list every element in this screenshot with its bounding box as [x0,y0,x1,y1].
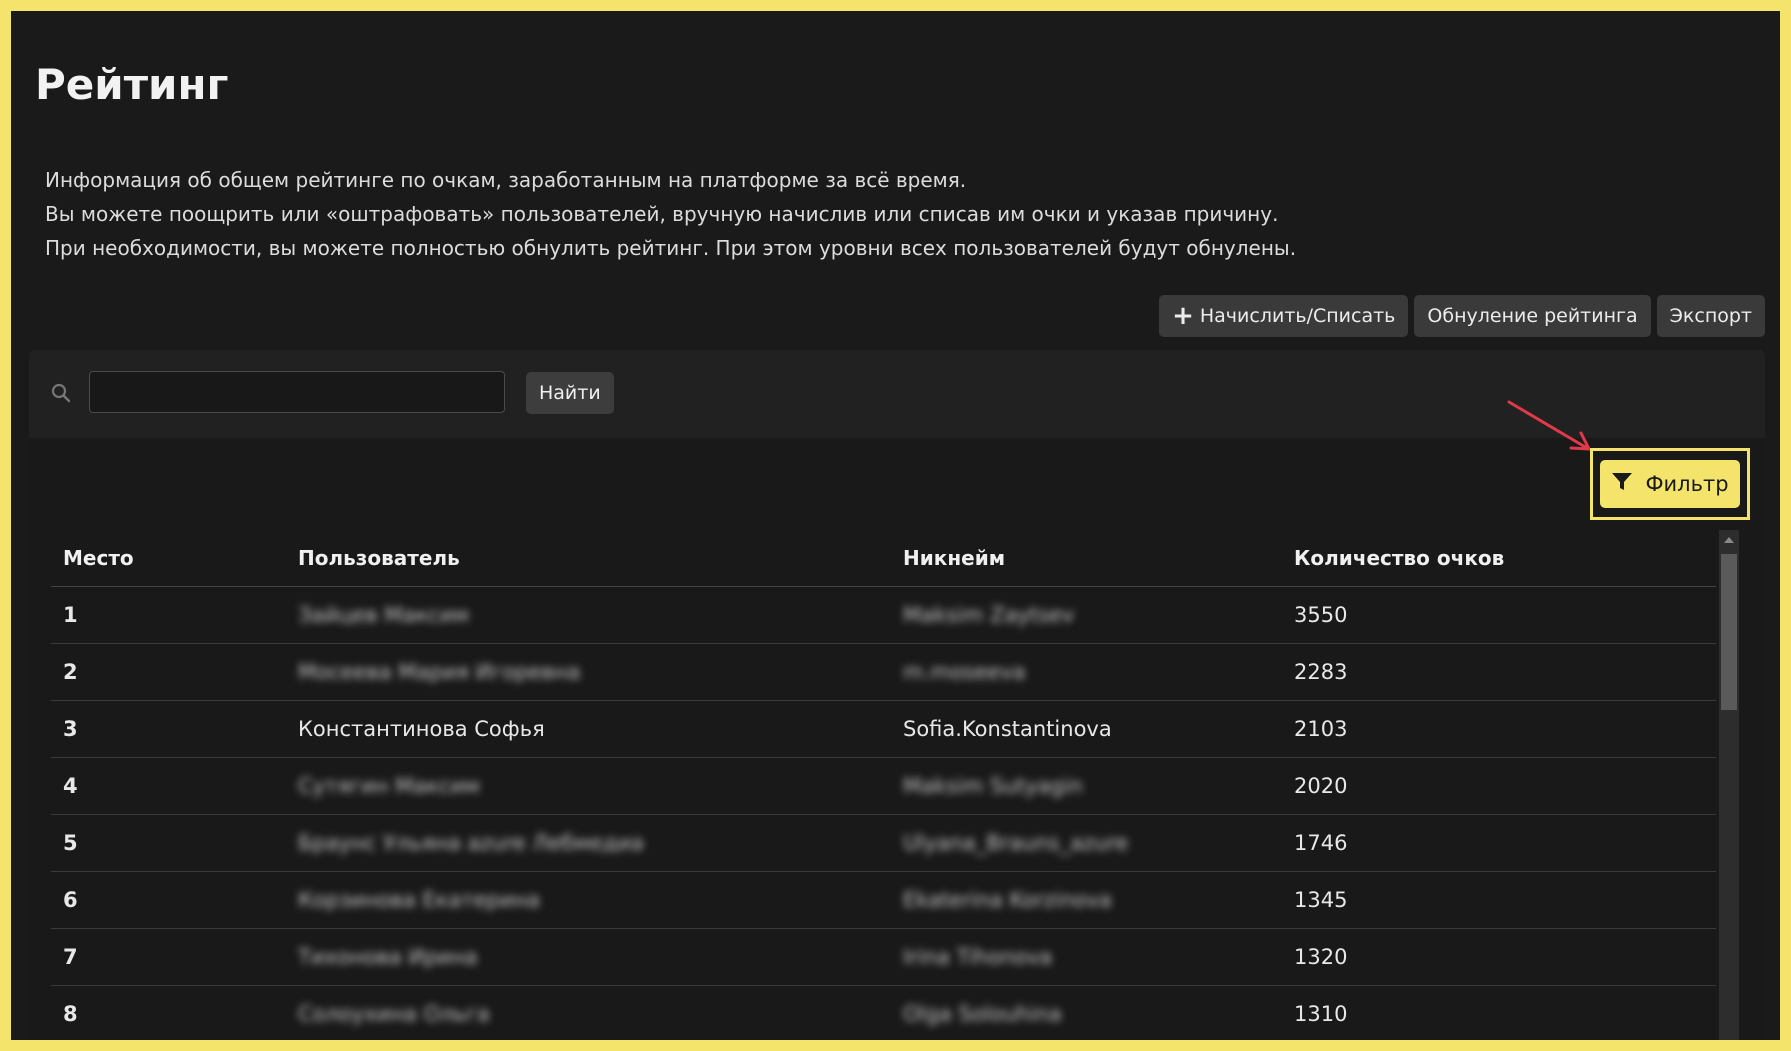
place-cell: 5 [51,814,286,872]
column-header-nickname[interactable]: Никнейм [891,530,1282,587]
filter-button[interactable]: Фильтр [1600,460,1740,508]
description-line: Вы можете поощрить или «оштрафовать» пол… [45,202,1279,226]
points-cell: 1320 [1282,928,1716,986]
place-cell: 2 [51,643,286,701]
table-row[interactable]: 7 Тихонова Ирина Irina Tihonova 1320 [51,928,1716,986]
reset-rating-button[interactable]: Обнуление рейтинга [1414,295,1651,337]
filter-icon [1611,472,1633,497]
search-input[interactable] [89,371,505,413]
nickname-cell: Maksim Sutyagin [891,757,1282,815]
page-title: Рейтинг [35,60,229,109]
points-cell: 1310 [1282,985,1716,1043]
table-row[interactable]: 5 Браунс Ульяна azure Лебмедиа Ulyana_Brau… [51,814,1716,872]
user-cell: Мосеева Мария Игоревна [286,643,891,701]
accrue-points-label: Начислить/Списать [1199,305,1396,327]
points-cell: 2020 [1282,757,1716,815]
nickname-cell: m.moseeva [891,643,1282,701]
search-icon [51,383,71,407]
table-scrollbar[interactable] [1719,530,1739,1051]
annotation-arrow-icon [1507,400,1591,451]
column-header-place[interactable]: Место [51,530,286,587]
table-header-row: Место Пользователь Никнейм Количество оч… [51,530,1716,587]
user-cell: Корзинова Екатерина [286,871,891,929]
points-cell: 2283 [1282,643,1716,701]
description-line: Информация об общем рейтинге по очкам, з… [45,168,967,192]
table-row[interactable]: 6 Корзинова Екатерина Ekaterina Korzinova 1… [51,871,1716,929]
toolbar: + Начислить/Списать Обнуление рейтинга Э… [1159,295,1765,337]
table-row[interactable]: 3 Константинова Софья Sofia.Konstantinova 2… [51,700,1716,758]
place-cell: 7 [51,928,286,986]
user-cell: Браунс Ульяна azure Лебмедиа [286,814,891,872]
nickname-cell: Maksim Zaytsev [891,586,1282,644]
points-cell: 2103 [1282,700,1716,758]
table-row[interactable]: 2 Мосеева Мария Игоревна m.moseeva 2283 [51,643,1716,701]
nickname-cell: Irina Tihonova [891,928,1282,986]
nickname-cell: Olga Solouhina [891,985,1282,1043]
scroll-thumb[interactable] [1721,554,1737,710]
rating-table: Место Пользователь Никнейм Количество оч… [51,530,1716,1043]
filter-label: Фильтр [1645,472,1729,496]
points-cell: 1746 [1282,814,1716,872]
user-cell: Сутягин Максим [286,757,891,815]
find-button[interactable]: Найти [526,372,614,414]
description-line: При необходимости, вы можете полностью о… [45,236,1297,260]
user-cell: Тихонова Ирина [286,928,891,986]
nickname-cell: Ekaterina Korzinova [891,871,1282,929]
user-cell: Константинова Софья [286,700,891,758]
table-row[interactable]: 1 Зайцев Максим Maksim Zaytsev 3550 [51,586,1716,644]
nickname-cell: Ulyana_Brauns_azure [891,814,1282,872]
user-cell: Солоухина Ольга [286,985,891,1043]
nickname-cell: Sofia.Konstantinova [891,700,1282,758]
column-header-points[interactable]: Количество очков [1282,530,1716,587]
column-header-user[interactable]: Пользователь [286,530,891,587]
plus-icon: + [1172,301,1194,331]
place-cell: 6 [51,871,286,929]
table-row[interactable]: 4 Сутягин Максим Maksim Sutyagin 2020 [51,757,1716,815]
accrue-points-button[interactable]: + Начислить/Списать [1159,295,1409,337]
page-description: Информация об общем рейтинге по очкам, з… [45,163,1296,265]
place-cell: 3 [51,700,286,758]
points-cell: 1345 [1282,871,1716,929]
table-row[interactable]: 8 Солоухина Ольга Olga Solouhina 1310 [51,985,1716,1043]
place-cell: 1 [51,586,286,644]
place-cell: 4 [51,757,286,815]
user-cell: Зайцев Максим [286,586,891,644]
scroll-up-icon[interactable] [1724,537,1734,543]
points-cell: 3550 [1282,586,1716,644]
place-cell: 8 [51,985,286,1043]
export-button[interactable]: Экспорт [1656,295,1765,337]
